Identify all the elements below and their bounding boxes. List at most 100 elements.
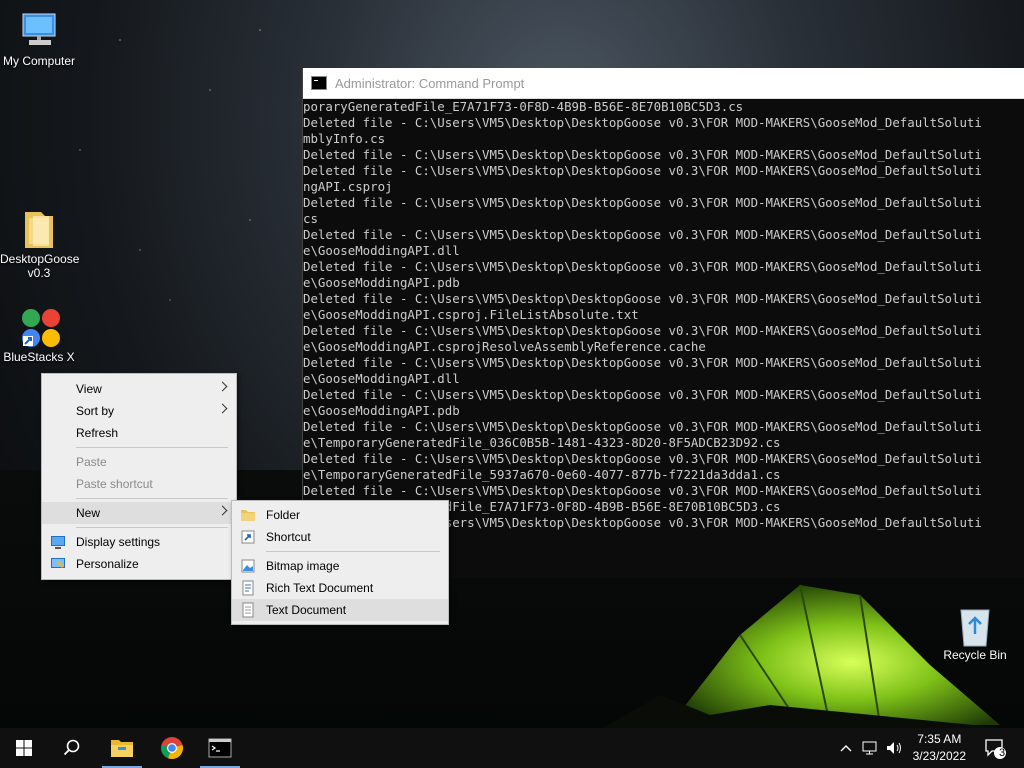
new-submenu: Folder Shortcut Bitmap image Rich Text D… — [231, 500, 449, 625]
folder-icon — [19, 208, 59, 248]
desktop-icon-my-computer[interactable]: My Computer — [0, 10, 78, 68]
submenu-item-rich-text-document[interactable]: Rich Text Document — [232, 577, 448, 599]
cmd-output-line: Deleted file - C:\Users\VM5\Desktop\Desk… — [303, 355, 982, 370]
cmd-output-line: Deleted file - C:\Users\VM5\Desktop\Desk… — [303, 451, 982, 466]
menu-item-label: Bitmap image — [266, 559, 340, 573]
menu-separator — [76, 527, 228, 528]
cmd-output-line: cs — [303, 211, 318, 226]
chevron-up-icon — [840, 745, 852, 752]
tray-network-button[interactable] — [860, 728, 882, 768]
display-settings-icon — [51, 536, 65, 549]
desktop-icon-label: Recycle Bin — [943, 648, 1007, 662]
desktop-icon-recycle-bin[interactable]: Recycle Bin — [936, 604, 1014, 662]
menu-item-label: Shortcut — [266, 530, 311, 544]
text-document-icon — [242, 602, 254, 618]
cmd-title-bar[interactable]: Administrator: Command Prompt — [303, 68, 1024, 99]
cmd-output-line: mblyInfo.cs — [303, 131, 386, 146]
menu-item-label: New — [76, 506, 101, 520]
clock-date: 3/23/2022 — [912, 749, 966, 763]
cmd-output-line: e\GooseModdingAPI.pdb — [303, 275, 460, 290]
desktop-icon-label: BlueStacks X — [3, 350, 75, 364]
file-explorer-icon — [111, 740, 133, 757]
menu-item-label: Display settings — [76, 535, 161, 549]
folder-icon — [241, 510, 255, 521]
cmd-output-line: e\GooseModdingAPI.dll — [303, 371, 460, 386]
desktop-icon-desktop-goose[interactable]: DesktopGoose v0.3 — [0, 208, 80, 280]
cmd-output-line: e\GooseModdingAPI.csprojResolveAssemblyR… — [303, 339, 706, 354]
cmd-output-line: e\TemporaryGeneratedFile_5937a670-0e60-4… — [303, 467, 781, 482]
submenu-item-bitmap-image[interactable]: Bitmap image — [232, 555, 448, 577]
desktop-icon-bluestacks[interactable]: BlueStacks X — [0, 306, 78, 364]
menu-separator — [76, 498, 228, 499]
desktop-icon-label: DesktopGoose v0.3 — [0, 252, 80, 280]
cmd-output-line: Deleted file - C:\Users\VM5\Desktop\Desk… — [303, 195, 982, 210]
cmd-output-line: Deleted file - C:\Users\VM5\Desktop\Desk… — [303, 291, 982, 306]
menu-item-new[interactable]: New — [42, 502, 236, 524]
taskbar-command-prompt[interactable] — [196, 728, 244, 768]
chevron-right-icon — [217, 403, 228, 414]
cmd-output-line: Deleted file - C:\Users\VM5\Desktop\Desk… — [303, 227, 982, 242]
shortcut-icon — [241, 530, 255, 544]
menu-item-label: View — [76, 382, 102, 396]
command-prompt-icon — [311, 76, 327, 90]
tray-overflow-button[interactable] — [836, 728, 856, 768]
cmd-output-line: Deleted file - C:\Users\VM5\Desktop\Desk… — [303, 163, 982, 178]
menu-item-refresh[interactable]: Refresh — [42, 422, 236, 444]
menu-item-label: Personalize — [76, 557, 139, 571]
bluestacks-icon — [19, 306, 60, 347]
taskbar-chrome[interactable] — [148, 728, 196, 768]
menu-item-label: Sort by — [76, 404, 115, 418]
tray-volume-button[interactable] — [884, 728, 906, 768]
menu-item-label: Paste — [76, 455, 107, 469]
menu-item-sort-by[interactable]: Sort by — [42, 400, 236, 422]
cmd-output-line: Deleted file - C:\Users\VM5\Desktop\Desk… — [303, 147, 982, 162]
menu-item-label: Paste shortcut — [76, 477, 153, 491]
cmd-output-line: Deleted file - C:\Users\VM5\Desktop\Desk… — [303, 419, 982, 434]
desktop-icon-label: My Computer — [2, 54, 76, 68]
cmd-output-line: ngAPI.csproj — [303, 179, 393, 194]
computer-icon — [19, 10, 59, 50]
rich-text-document-icon — [242, 580, 254, 596]
menu-separator — [76, 447, 228, 448]
network-icon — [862, 741, 877, 755]
chevron-right-icon — [217, 505, 228, 516]
desktop-context-menu: View Sort by Refresh Paste Paste shortcu… — [41, 373, 237, 580]
action-center-button[interactable]: 3 — [980, 728, 1010, 768]
taskbar-file-explorer[interactable] — [98, 728, 146, 768]
menu-item-paste[interactable]: Paste — [42, 451, 236, 473]
menu-item-display-settings[interactable]: Display settings — [42, 531, 236, 553]
cmd-output-line: Deleted file - C:\Users\VM5\Desktop\Desk… — [303, 115, 982, 130]
submenu-item-folder[interactable]: Folder — [232, 504, 448, 526]
recycle-bin-icon — [955, 604, 995, 647]
notification-count-badge: 3 — [998, 747, 1006, 759]
personalize-icon — [51, 558, 65, 568]
menu-item-view[interactable]: View — [42, 378, 236, 400]
search-button[interactable] — [48, 728, 96, 768]
taskbar-clock[interactable]: 7:35 AM 3/23/2022 — [913, 731, 966, 765]
menu-item-paste-shortcut[interactable]: Paste shortcut — [42, 473, 236, 495]
cmd-output-line: Deleted file - C:\Users\VM5\Desktop\Desk… — [303, 387, 982, 402]
submenu-item-text-document[interactable]: Text Document — [232, 599, 448, 621]
cmd-output-line: Deleted file - C:\Users\VM5\Desktop\Desk… — [303, 483, 982, 498]
cmd-output-line: e\GooseModdingAPI.dll — [303, 243, 460, 258]
command-prompt-icon — [208, 738, 232, 758]
cmd-output-line: poraryGeneratedFile_E7A71F73-0F8D-4B9B-B… — [303, 99, 744, 114]
cmd-output-line: Deleted file - C:\Users\VM5\Desktop\Desk… — [303, 259, 982, 274]
chrome-icon — [161, 737, 183, 760]
cmd-output-line: e\GooseModdingAPI.pdb — [303, 403, 460, 418]
menu-separator — [266, 551, 440, 552]
bitmap-image-icon — [241, 559, 255, 573]
volume-icon — [887, 742, 901, 754]
cmd-output-line: Deleted file - C:\Users\VM5\Desktop\Desk… — [303, 323, 982, 338]
clock-time: 7:35 AM — [917, 732, 962, 746]
menu-item-personalize[interactable]: Personalize — [42, 553, 236, 575]
submenu-item-shortcut[interactable]: Shortcut — [232, 526, 448, 548]
cmd-title: Administrator: Command Prompt — [335, 75, 525, 91]
windows-start-icon — [16, 740, 32, 756]
search-icon — [63, 739, 80, 756]
start-button[interactable] — [0, 728, 48, 768]
menu-item-label: Folder — [266, 508, 301, 522]
menu-item-label: Text Document — [266, 603, 347, 617]
cmd-output-line: e\TemporaryGeneratedFile_036C0B5B-1481-4… — [303, 435, 781, 450]
menu-item-label: Refresh — [76, 426, 119, 440]
